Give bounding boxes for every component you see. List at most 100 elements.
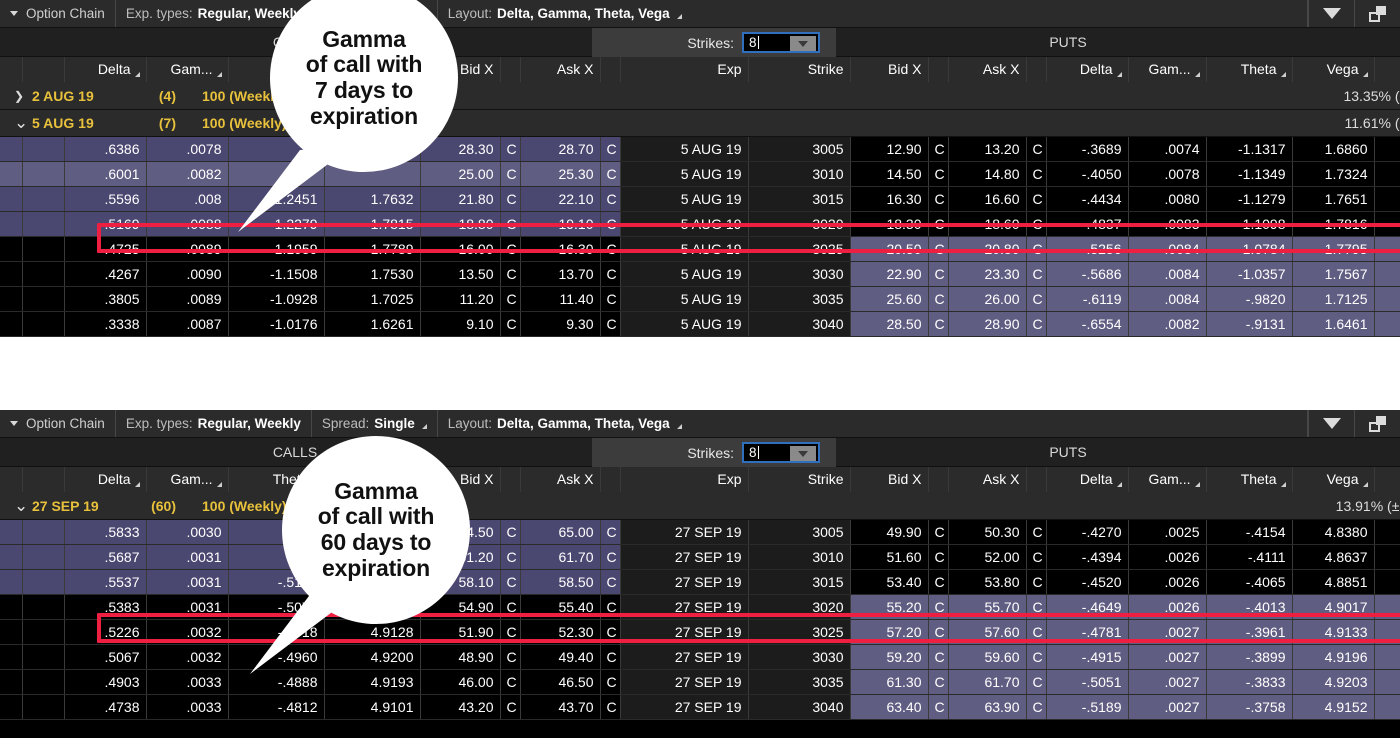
col-exp[interactable]: Exp <box>620 57 749 83</box>
col-put-bid-flag[interactable] <box>928 467 949 493</box>
table-row[interactable]: .4267.0090 -1.1508 1.7530 13.50 C 13.70 C 5 AUG… <box>0 261 1400 287</box>
table-row[interactable]: .5833.0030 64.50 C 65.00 C 27 SEP 19 3005 49.90… <box>0 519 1400 545</box>
col-put-theta[interactable]: Theta <box>1206 467 1293 493</box>
col-put-theta[interactable]: Theta <box>1206 57 1293 83</box>
col-put-gamma[interactable]: Gam... <box>1128 467 1207 493</box>
col-put-vega[interactable]: Vega <box>1292 57 1375 83</box>
put-theta: -.9131 <box>1206 311 1293 337</box>
table-row[interactable]: .5169.0088 -1.2279 1.7815 18.80 C 19.10 C 5 AUG… <box>0 211 1400 237</box>
detach-window-icon <box>1369 5 1386 22</box>
call-ask-exchange: C <box>600 519 621 545</box>
col-call-ask-flag[interactable] <box>600 57 621 83</box>
collapse-panel-button[interactable] <box>1308 0 1354 27</box>
col-call-ask-flag[interactable] <box>600 467 621 493</box>
call-bid: 43.20 <box>420 694 501 720</box>
table-row[interactable]: .5537.0031-.51234.876158.10C58.50C27 SEP… <box>0 569 1400 595</box>
col-put-bid-flag[interactable] <box>928 57 949 83</box>
col-put-vega[interactable]: Vega <box>1292 467 1375 493</box>
option-chain-menu[interactable]: Option Chain <box>0 410 116 437</box>
put-theta: -1.0784 <box>1206 236 1293 262</box>
col-strike[interactable]: Strike <box>748 467 851 493</box>
col-put-ask-flag[interactable] <box>1026 57 1047 83</box>
col-spacer-2[interactable] <box>22 57 65 83</box>
col-put-gamma[interactable]: Gam... <box>1128 57 1207 83</box>
exp-types-selector[interactable]: Exp. types: Regular, Weekly <box>116 410 312 437</box>
sort-indicator-icon <box>1194 72 1200 78</box>
expand-toggle-icon[interactable]: ❯ <box>6 87 32 105</box>
call-bid-exchange: C <box>500 519 521 545</box>
table-row[interactable]: .3805.0089 -1.0928 1.7025 11.20 C 11.40 C 5 AUG… <box>0 286 1400 312</box>
expiration-cell: 5 AUG 19 <box>620 261 749 287</box>
table-row[interactable]: .5383.0031-.50734.898054.90C55.40C27 SEP… <box>0 594 1400 620</box>
col-call-bid-flag[interactable] <box>500 467 521 493</box>
expiration-header-row[interactable]: ⌄5 AUG 19 (7) 100 (Weekly) 11.61% (±41.139 <box>0 109 1400 137</box>
exp-types-selector[interactable]: Exp. types: Regular, Weekly <box>116 0 312 27</box>
expand-toggle-icon[interactable]: ⌄ <box>6 114 32 131</box>
table-row[interactable]: .5687.0031 61.20 C 61.70 C 27 SEP 19 3010 51.60… <box>0 544 1400 570</box>
expiration-iv: 13.91% (±136.957 <box>620 492 1400 520</box>
layout-selector[interactable]: Layout: Delta, Gamma, Theta, Vega <box>438 410 1308 437</box>
col-put-bid[interactable]: Bid X <box>850 57 929 83</box>
table-row[interactable]: .6001.0082 25.00 C 25.30 C 5 AUG 19 3010 14.50 C… <box>0 161 1400 187</box>
table-row[interactable]: .4903.0033 -.4888 4.9193 46.00 C 46.50 C 27 SEP… <box>0 669 1400 695</box>
col-spacer-3[interactable] <box>1374 57 1400 83</box>
call-bid-exchange: C <box>500 186 521 212</box>
call-row-spacer <box>22 136 65 162</box>
table-row[interactable]: .5226.0032 -.5018 4.9128 51.90 C 52.30 C 27 SEP… <box>0 619 1400 645</box>
put-bid-exchange: C <box>928 186 949 212</box>
table-row[interactable]: .5067.0032 -.4960 4.9200 48.90 C 49.40 C 27 SEP… <box>0 644 1400 670</box>
table-row[interactable]: .4725.0089 -1.1959 1.7789 16.00 C 16.30 C 5 AUG… <box>0 236 1400 262</box>
strikes-control: Strikes: 8 <box>592 28 836 57</box>
exp-types-label: Exp. types: <box>125 416 193 431</box>
option-chain-menu[interactable]: Option Chain <box>0 0 116 27</box>
put-gamma: .0027 <box>1128 619 1207 645</box>
spread-selector[interactable]: Spread: Single <box>312 410 438 437</box>
col-call-bid-flag[interactable] <box>500 57 521 83</box>
col-put-ask[interactable]: Ask X <box>948 57 1027 83</box>
put-ask: 55.70 <box>948 594 1027 620</box>
call-ask: 16.30 <box>520 236 601 262</box>
put-delta: -.4434 <box>1046 186 1129 212</box>
col-put-gamma-text: Gam... <box>1148 471 1191 488</box>
expiration-header-row[interactable]: ❯2 AUG 19(4)100 (Weekly)13.35% (±37.241 <box>0 82 1400 110</box>
col-spacer-1[interactable] <box>0 57 23 83</box>
col-spacer-1[interactable] <box>0 467 23 493</box>
expiration-cell: 5 AUG 19 <box>620 236 749 262</box>
detach-panel-button[interactable] <box>1354 410 1400 437</box>
put-delta: -.4394 <box>1046 544 1129 570</box>
layout-selector[interactable]: Layout: Delta, Gamma, Theta, Vega <box>438 0 1308 27</box>
strikes-input[interactable]: 8 <box>742 32 820 53</box>
col-call-gamma[interactable]: Gam... <box>146 57 229 83</box>
detach-panel-button[interactable] <box>1354 0 1400 27</box>
col-call-ask[interactable]: Ask X <box>520 467 601 493</box>
call-vega: 1.7632 <box>324 186 421 212</box>
strikes-dropdown-button[interactable] <box>790 446 816 461</box>
col-spacer-3[interactable] <box>1374 467 1400 493</box>
table-row[interactable]: .3338.0087 -1.0176 1.6261 9.10 C 9.30 C 5 AUG 1… <box>0 311 1400 337</box>
col-put-delta[interactable]: Delta <box>1046 467 1129 493</box>
col-call-ask[interactable]: Ask X <box>520 57 601 83</box>
put-ask: 59.60 <box>948 644 1027 670</box>
col-strike[interactable]: Strike <box>748 57 851 83</box>
table-row[interactable]: .6386.0078 28.30 C 28.70 C 5 AUG 19 3005 12.90 C… <box>0 136 1400 162</box>
col-exp[interactable]: Exp <box>620 467 749 493</box>
col-call-delta[interactable]: Delta <box>64 57 147 83</box>
col-put-bid[interactable]: Bid X <box>850 467 929 493</box>
col-call-delta[interactable]: Delta <box>64 467 147 493</box>
table-row[interactable]: .4738.0033 -.4812 4.9101 43.20 C 43.70 C 27 SEP… <box>0 694 1400 720</box>
expand-toggle-icon[interactable]: ⌄ <box>6 497 32 514</box>
strikes-dropdown-button[interactable] <box>790 36 816 51</box>
col-call-gamma[interactable]: Gam... <box>146 467 229 493</box>
call-row-marker <box>0 669 23 695</box>
col-spacer-2[interactable] <box>22 467 65 493</box>
expiration-header-row[interactable]: ⌄27 SEP 19 (60) 100 (Weekly) 13.91% (±136.9… <box>0 492 1400 520</box>
collapse-panel-button[interactable] <box>1308 410 1354 437</box>
expiration-iv: 11.61% (±41.139 <box>620 109 1400 137</box>
col-put-ask[interactable]: Ask X <box>948 467 1027 493</box>
table-row[interactable]: .5596.008 -1.2451 1.7632 21.80 C 22.10 C 5 AUG … <box>0 186 1400 212</box>
col-put-delta[interactable]: Delta <box>1046 57 1129 83</box>
col-put-ask-flag[interactable] <box>1026 467 1047 493</box>
exp-types-value: Regular, Weekly <box>197 6 301 21</box>
call-delta: .5383 <box>64 594 147 620</box>
strikes-input[interactable]: 8 <box>742 442 820 463</box>
